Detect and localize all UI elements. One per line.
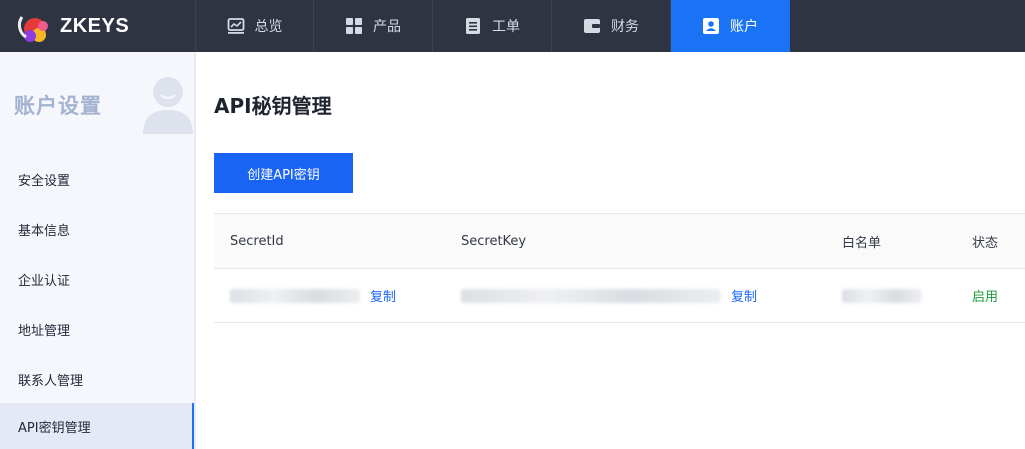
sidebar-item-api-keys[interactable]: API密钥管理 — [0, 403, 194, 449]
sidebar-item-basic-info[interactable]: 基本信息 — [0, 206, 194, 252]
sidebar-item-address[interactable]: 地址管理 — [0, 306, 194, 352]
copy-secret-id-link[interactable]: 复制 — [370, 286, 396, 305]
nav-item-overview[interactable]: 总览 — [195, 0, 314, 52]
sidebar-item-enterprise-cert[interactable]: 企业认证 — [0, 256, 194, 302]
nav-item-label: 工单 — [492, 19, 520, 35]
sidebar-item-label: API密钥管理 — [18, 420, 91, 436]
table-row: 复制 复制 启用 — [214, 269, 1025, 323]
masked-whitelist-ip — [842, 288, 922, 303]
table-header: SecretId SecretKey 白名单 状态 — [214, 213, 1025, 269]
masked-secret-id — [230, 288, 360, 303]
sidebar-item-label: 联系人管理 — [18, 373, 84, 389]
main-content: API秘钥管理 创建API密钥 SecretId SecretKey 白名单 状… — [196, 52, 1025, 449]
status-cell: 启用 — [972, 269, 998, 322]
main-nav: 总览 产品 工单 财务 账户 — [195, 0, 790, 52]
secret-key-cell: 复制 — [461, 269, 757, 322]
column-header-status: 状态 — [972, 235, 999, 251]
copy-secret-key-link[interactable]: 复制 — [731, 286, 757, 305]
dashboard-chart-icon — [227, 17, 245, 35]
sidebar-item-label: 企业认证 — [18, 273, 71, 289]
user-badge-icon — [702, 17, 720, 35]
nav-item-tickets[interactable]: 工单 — [433, 0, 552, 52]
column-header-whitelist: 白名单 — [842, 235, 882, 251]
nav-item-label: 产品 — [373, 19, 401, 35]
column-header-secret-key: SecretKey — [461, 233, 527, 249]
sidebar-item-label: 地址管理 — [18, 323, 71, 339]
sidebar-item-label: 安全设置 — [18, 173, 71, 189]
user-avatar-icon — [143, 77, 193, 134]
wallet-icon — [583, 17, 601, 35]
logo[interactable]: ZKEYS — [14, 7, 194, 45]
sidebar: 账户设置 安全设置 基本信息 企业认证 地址管理 联系人管理 API密钥管理 — [0, 52, 196, 449]
top-navigation-bar: ZKEYS 总览 产品 工单 财务 账户 — [0, 0, 1025, 52]
sidebar-title: 账户设置 — [14, 94, 102, 118]
nav-item-label: 财务 — [611, 19, 639, 35]
document-icon — [464, 17, 482, 35]
sidebar-item-contacts[interactable]: 联系人管理 — [0, 356, 194, 402]
nav-item-finance[interactable]: 财务 — [552, 0, 671, 52]
brand-name: ZKEYS — [60, 15, 130, 37]
secret-id-cell: 复制 — [230, 269, 396, 322]
nav-item-account[interactable]: 账户 — [671, 0, 790, 52]
column-header-secret-id: SecretId — [230, 233, 284, 249]
status-badge: 启用 — [972, 290, 999, 305]
zkeys-logo-icon — [17, 16, 48, 42]
nav-item-label: 账户 — [730, 19, 758, 35]
masked-secret-key — [461, 288, 721, 303]
grid-icon — [345, 17, 363, 35]
api-key-table: SecretId SecretKey 白名单 状态 复制 复制 启用 — [214, 213, 1025, 323]
nav-item-products[interactable]: 产品 — [314, 0, 433, 52]
create-api-key-button[interactable]: 创建API密钥 — [214, 153, 353, 193]
sidebar-item-security[interactable]: 安全设置 — [0, 156, 194, 202]
whitelist-cell — [842, 269, 932, 322]
page-title: API秘钥管理 — [214, 94, 332, 118]
sidebar-item-label: 基本信息 — [18, 223, 71, 239]
nav-item-label: 总览 — [254, 19, 283, 35]
